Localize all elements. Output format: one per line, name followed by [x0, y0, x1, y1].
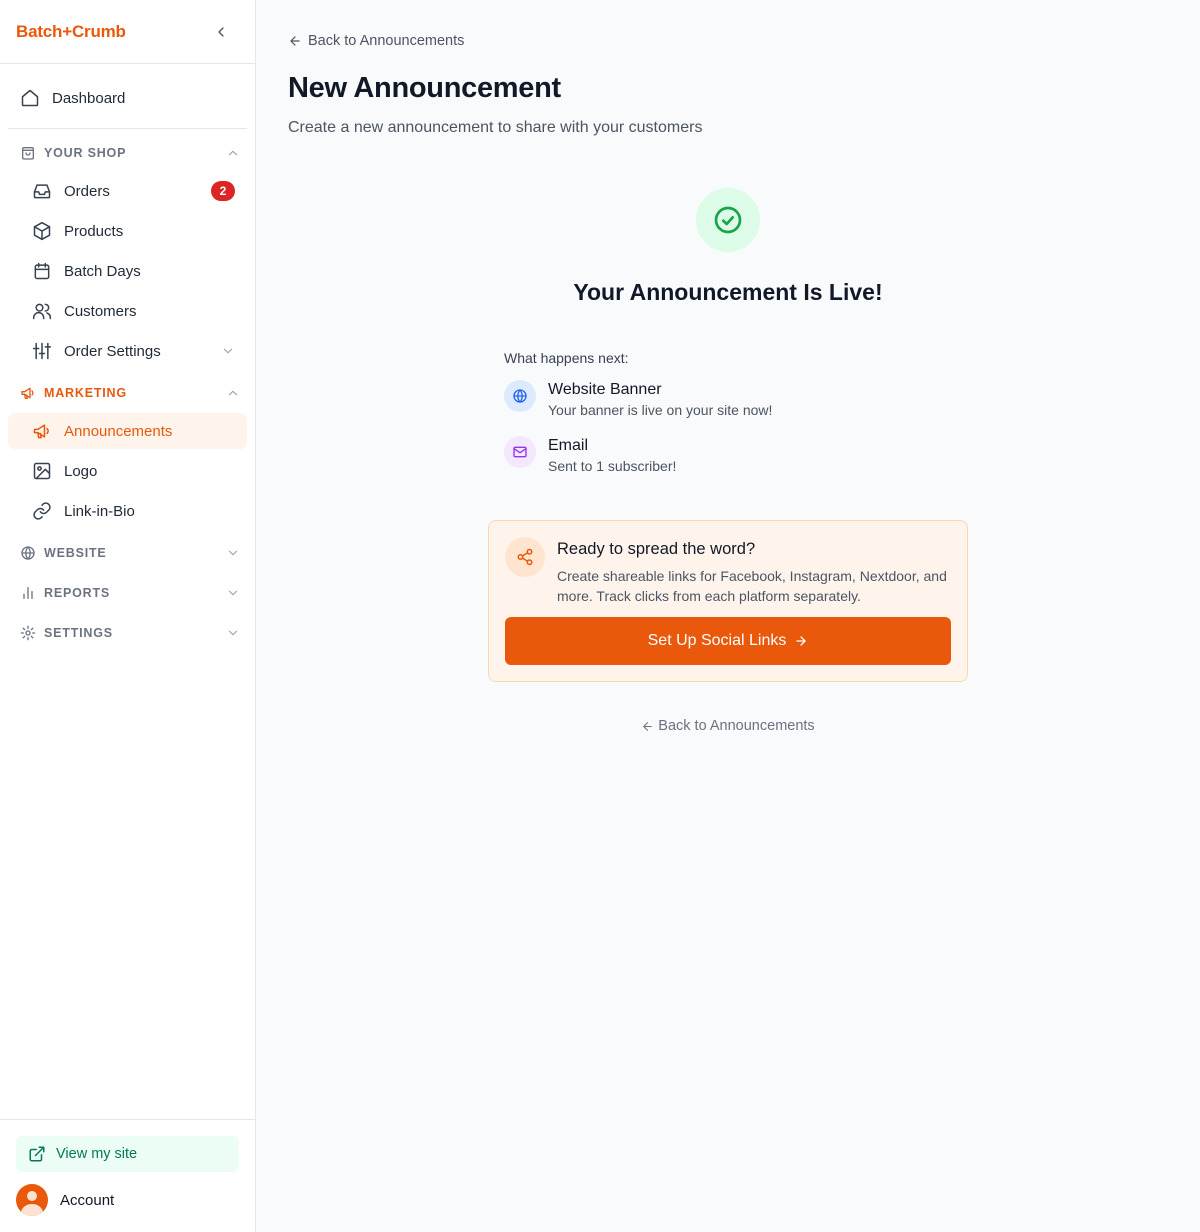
spread-description: Create shareable links for Facebook, Ins…	[557, 568, 947, 604]
sidebar-item-label: Batch Days	[64, 262, 141, 280]
sidebar-item-batch-days[interactable]: Batch Days	[8, 253, 247, 289]
sidebar-item-label: Announcements	[64, 422, 173, 440]
home-icon	[21, 89, 39, 107]
page-title: New Announcement	[288, 72, 561, 104]
users-icon	[32, 303, 52, 320]
avatar	[16, 1184, 48, 1216]
sidebar-item-label: Logo	[64, 462, 98, 480]
cta-label: Set Up Social Links	[647, 632, 787, 649]
chevron-up-icon	[228, 390, 238, 396]
success-indicator	[696, 188, 760, 252]
back-to-announcements-bottom-link[interactable]: Back to Announcements	[256, 718, 1200, 734]
link-icon	[33, 502, 51, 520]
check-circle-icon	[714, 206, 742, 234]
globe-icon	[513, 389, 527, 403]
sidebar-item-logo[interactable]: Logo	[8, 453, 247, 489]
sidebar-item-products[interactable]: Products	[8, 213, 247, 249]
next-steps-label: What happens next:	[504, 350, 629, 366]
globe-icon	[21, 546, 35, 560]
megaphone-icon	[21, 387, 34, 399]
sidebar-footer: View my site Account	[0, 1119, 255, 1232]
view-my-site-label: View my site	[56, 1146, 138, 1162]
bar-chart-icon	[23, 587, 33, 599]
section-header-your-shop[interactable]: YOUR SHOP	[8, 141, 248, 165]
mail-icon	[513, 446, 527, 458]
collapse-sidebar-button[interactable]	[209, 20, 233, 44]
next-step-icon-wrap	[504, 436, 536, 468]
section-title: SETTINGS	[44, 626, 113, 640]
share-icon	[517, 548, 533, 566]
account-menu[interactable]: Account	[16, 1184, 239, 1216]
sidebar-header: Batch+Crumb	[0, 0, 255, 64]
section-header-marketing[interactable]: MARKETING	[8, 381, 248, 405]
back-to-announcements-link[interactable]: Back to Announcements	[288, 33, 464, 49]
success-title: Your Announcement Is Live!	[573, 279, 883, 305]
sidebar-item-label: Orders	[64, 182, 110, 200]
sidebar-item-announcements[interactable]: Announcements	[8, 413, 247, 449]
arrow-left-icon	[290, 36, 300, 46]
external-link-icon	[29, 1146, 45, 1162]
next-step-desc: Your banner is live on your site now!	[548, 402, 773, 418]
sidebar-item-link-in-bio[interactable]: Link-in-Bio	[8, 493, 247, 529]
sidebar-item-order-settings[interactable]: Order Settings	[8, 333, 247, 369]
chevron-up-icon	[228, 150, 238, 156]
chevron-down-icon	[228, 630, 238, 636]
box-icon	[33, 221, 51, 241]
inbox-icon	[33, 184, 51, 199]
next-step-email: Email Sent to 1 subscriber!	[504, 436, 676, 474]
sliders-icon	[32, 342, 52, 360]
account-label: Account	[60, 1191, 115, 1209]
next-step-icon-wrap	[504, 380, 536, 412]
section-title: REPORTS	[44, 586, 111, 600]
section-website: WEBSITE	[8, 541, 248, 565]
section-header-website[interactable]: WEBSITE	[8, 541, 248, 565]
next-step-website-banner: Website Banner Your banner is live on yo…	[504, 380, 772, 418]
section-marketing: MARKETING	[8, 381, 248, 405]
section-settings: SETTINGS	[8, 621, 248, 645]
sidebar: Batch+Crumb Dashboard YOUR SHOP Orders 2…	[0, 0, 256, 1232]
arrow-right-icon	[796, 636, 807, 646]
set-up-social-links-button[interactable]: Set Up Social Links	[505, 617, 951, 665]
share-icon-wrap	[505, 537, 545, 577]
sidebar-item-orders[interactable]: Orders 2	[8, 173, 247, 209]
brand-logo[interactable]: Batch+Crumb	[16, 22, 126, 42]
section-header-reports[interactable]: REPORTS	[8, 581, 248, 605]
shopping-bag-icon	[22, 147, 34, 160]
section-reports: REPORTS	[8, 581, 248, 605]
chevron-down-icon	[223, 348, 233, 354]
next-step-title: Website Banner	[548, 381, 662, 398]
sidebar-item-customers[interactable]: Customers	[8, 293, 247, 329]
chevron-down-icon	[228, 550, 238, 556]
section-your-shop: YOUR SHOP	[8, 141, 248, 165]
next-step-title: Email	[548, 437, 589, 454]
sidebar-item-label: Products	[64, 222, 124, 240]
chevron-down-icon	[228, 590, 238, 596]
sidebar-item-label: Order Settings	[64, 342, 161, 360]
section-title: YOUR SHOP	[44, 146, 127, 160]
main-content: Back to Announcements New Announcement C…	[256, 0, 1200, 1232]
image-icon	[33, 462, 51, 480]
sidebar-item-label: Link-in-Bio	[64, 502, 135, 520]
chevron-left-icon	[218, 26, 224, 37]
megaphone-icon	[33, 424, 49, 439]
arrow-left-icon	[643, 721, 653, 731]
section-title: MARKETING	[44, 386, 127, 400]
view-my-site-button[interactable]: View my site	[16, 1136, 239, 1172]
page-subtitle: Create a new announcement to share with …	[288, 119, 703, 136]
section-title: WEBSITE	[44, 546, 107, 560]
next-step-desc: Sent to 1 subscriber!	[548, 458, 677, 474]
sidebar-item-label: Dashboard	[52, 89, 126, 107]
spread-title: Ready to spread the word?	[557, 540, 756, 558]
sidebar-item-label: Customers	[64, 302, 137, 320]
back-link-label: Back to Announcements	[658, 718, 815, 734]
sidebar-item-dashboard[interactable]: Dashboard	[8, 80, 247, 116]
calendar-icon	[34, 262, 50, 280]
divider	[8, 128, 247, 129]
back-link-label: Back to Announcements	[308, 33, 465, 49]
orders-count-badge: 2	[211, 181, 235, 201]
gear-icon	[20, 625, 36, 641]
section-header-settings[interactable]: SETTINGS	[8, 621, 248, 645]
spread-the-word-card: Ready to spread the word? Create shareab…	[488, 520, 968, 682]
